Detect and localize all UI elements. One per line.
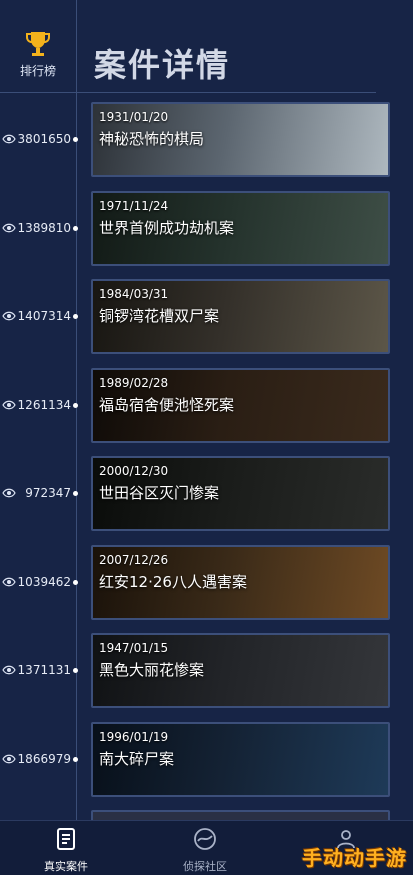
trophy-icon bbox=[26, 32, 50, 56]
nav-community[interactable]: 侦探社区 bbox=[155, 821, 255, 875]
eye-icon bbox=[2, 577, 16, 587]
timeline-dot bbox=[73, 491, 78, 496]
case-date: 2007/12/26 bbox=[99, 553, 169, 567]
eye-icon bbox=[2, 665, 16, 675]
timeline-dot bbox=[73, 226, 78, 231]
eye-icon bbox=[2, 223, 16, 233]
timeline-dot bbox=[73, 403, 78, 408]
view-count-number: 1371131 bbox=[17, 663, 71, 677]
case-card[interactable]: 1996/01/19 南大碎尸案 bbox=[91, 722, 390, 797]
case-title: 南大碎尸案 bbox=[99, 750, 175, 768]
view-count-number: 972347 bbox=[25, 486, 71, 500]
eye-icon bbox=[2, 754, 16, 764]
case-card[interactable]: 2007/12/26 红安12·26八人遇害案 bbox=[91, 545, 390, 620]
case-card[interactable]: 1931/01/20 神秘恐怖的棋局 bbox=[91, 102, 390, 177]
watermark: 手动动手游 bbox=[302, 846, 407, 870]
view-count: 1261134 bbox=[0, 396, 78, 416]
case-title: 福岛宿舍便池怪死案 bbox=[99, 396, 235, 414]
eye-icon bbox=[2, 134, 16, 144]
nav-real-cases-label: 真实案件 bbox=[44, 860, 88, 873]
page-title: 案件详情 bbox=[94, 46, 231, 84]
eye-icon bbox=[2, 311, 16, 321]
view-count-number: 1389810 bbox=[17, 221, 71, 235]
case-title: 神秘恐怖的棋局 bbox=[99, 130, 205, 148]
view-count-number: 1407314 bbox=[17, 309, 71, 323]
timeline-dot bbox=[73, 314, 78, 319]
timeline-dot bbox=[73, 757, 78, 762]
view-count-number: 1261134 bbox=[17, 398, 71, 412]
nav-community-label: 侦探社区 bbox=[183, 860, 227, 873]
view-count: 1866979 bbox=[0, 750, 78, 770]
view-count: 1039462 bbox=[0, 573, 78, 593]
timeline-dot bbox=[73, 668, 78, 673]
case-date: 1989/02/28 bbox=[99, 376, 169, 390]
header-divider bbox=[0, 92, 376, 93]
ranking-button[interactable]: 排行榜 bbox=[0, 30, 76, 79]
case-date: 1971/11/24 bbox=[99, 199, 169, 213]
nav-real-cases[interactable]: 真实案件 bbox=[16, 821, 116, 875]
case-date: 1931/01/20 bbox=[99, 110, 169, 124]
eye-icon bbox=[2, 488, 16, 498]
document-icon bbox=[57, 828, 75, 850]
case-date: 2000/12/30 bbox=[99, 464, 169, 478]
case-card[interactable]: 1989/02/28 福岛宿舍便池怪死案 bbox=[91, 368, 390, 443]
timeline-dot bbox=[73, 137, 78, 142]
view-count: 3801650 bbox=[0, 130, 78, 150]
case-card[interactable]: 1984/03/31 铜锣湾花槽双尸案 bbox=[91, 279, 390, 354]
case-card[interactable]: 2000/12/30 世田谷区灭门惨案 bbox=[91, 456, 390, 531]
view-count: 1389810 bbox=[0, 219, 78, 239]
ranking-label: 排行榜 bbox=[19, 64, 56, 78]
view-count: 1371131 bbox=[0, 661, 78, 681]
view-count-number: 3801650 bbox=[17, 132, 71, 146]
case-date: 1984/03/31 bbox=[99, 287, 169, 301]
view-count: 1407314 bbox=[0, 307, 78, 327]
case-card[interactable]: 1947/01/15 黑色大丽花惨案 bbox=[91, 633, 390, 708]
case-card[interactable]: 1971/11/24 世界首例成功劫机案 bbox=[91, 191, 390, 266]
eye-icon bbox=[2, 400, 16, 410]
view-count-number: 1039462 bbox=[17, 575, 71, 589]
timeline-dot bbox=[73, 580, 78, 585]
case-title: 黑色大丽花惨案 bbox=[99, 661, 205, 679]
case-title: 世界首例成功劫机案 bbox=[99, 219, 235, 237]
case-title: 铜锣湾花槽双尸案 bbox=[99, 307, 220, 325]
view-count: 972347 bbox=[0, 484, 78, 504]
view-count-number: 1866979 bbox=[17, 752, 71, 766]
case-title: 红安12·26八人遇害案 bbox=[99, 573, 247, 591]
case-title: 世田谷区灭门惨案 bbox=[99, 484, 220, 502]
bottom-nav: 真实案件 侦探社区 手动动手游 bbox=[0, 820, 413, 875]
case-date: 1996/01/19 bbox=[99, 730, 169, 744]
community-icon bbox=[194, 828, 216, 850]
case-date: 1947/01/15 bbox=[99, 641, 169, 655]
